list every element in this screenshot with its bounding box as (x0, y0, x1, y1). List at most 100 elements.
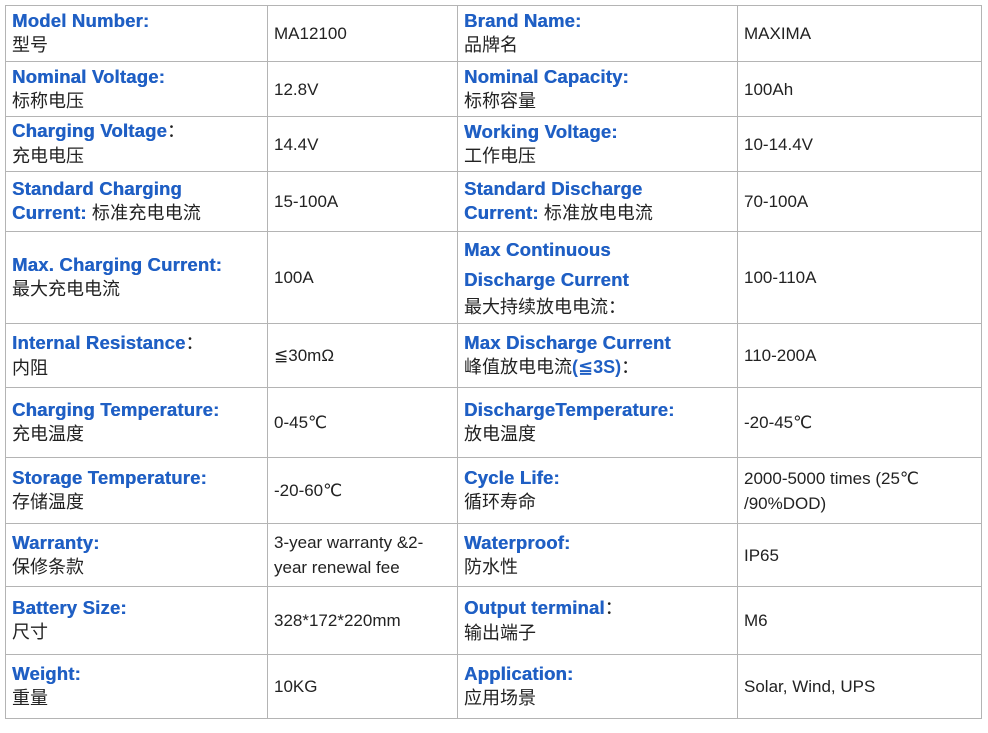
value-cell: 100Ah (737, 61, 982, 117)
label-en: Discharge Current (464, 269, 629, 290)
label-en: Current: 标准充电电流 (12, 202, 202, 223)
table-row: Charging Voltage： 充电电压 14.4V Working Vol… (5, 116, 982, 172)
value-cell: 14.4V (267, 116, 458, 172)
label-cn: 标准充电电流 (91, 203, 202, 223)
value-cell: MAXIMA (737, 5, 982, 62)
label-en: Nominal Voltage: (12, 65, 165, 87)
value-cell: 3-year warranty &2- year renewal fee (267, 523, 458, 587)
label-cell: Battery Size: 尺寸 (5, 586, 268, 655)
label-en: DischargeTemperature: (464, 399, 675, 420)
label-en: Max. Charging Current: (12, 254, 222, 275)
table-row: Battery Size: 尺寸 328*172*220mm Output te… (5, 586, 982, 655)
label-en: Storage Temperature: (12, 467, 207, 488)
label-en: Max Discharge Current (464, 332, 671, 353)
label-cell: Charging Voltage： 充电电压 (5, 116, 268, 172)
label-cn: 存储温度 (12, 492, 84, 512)
label-cn: 标准放电电流 (543, 203, 654, 223)
label-cn: 标称电压 (12, 90, 84, 111)
value-cell: 328*172*220mm (267, 586, 458, 655)
label-en: Brand Name: (464, 10, 582, 31)
table-row: Max. Charging Current: 最大充电电流 100A Max C… (5, 231, 982, 324)
label-en: Weight: (12, 663, 81, 684)
label-en: Battery Size: (12, 597, 127, 618)
value-cell: IP65 (737, 523, 982, 587)
value-cell: 100-110A (737, 231, 982, 324)
value-cell: 12.8V (267, 61, 458, 117)
value-cell: ≦30mΩ (267, 323, 458, 388)
value-cell: -20-60℃ (267, 457, 458, 524)
label-cn: 工作电压 (464, 145, 536, 166)
label-cell: Model Number: 型号 (5, 5, 268, 62)
label-cell: Max. Charging Current: 最大充电电流 (5, 231, 268, 324)
label-cell: Waterproof: 防水性 (457, 523, 738, 587)
label-cn: 最大持续放电电流： (464, 297, 626, 317)
label-en: Nominal Capacity: (464, 65, 629, 87)
value-cell: 0-45℃ (267, 387, 458, 458)
value-cell: MA12100 (267, 5, 458, 62)
label-en: Working Voltage: (464, 120, 618, 142)
label-cn: 保修条款 (12, 556, 84, 577)
value-cell: 70-100A (737, 171, 982, 232)
label-en: Cycle Life: (464, 467, 560, 488)
label-cn: 充电温度 (12, 424, 84, 444)
label-cell: Working Voltage: 工作电压 (457, 116, 738, 172)
label-en: Waterproof: (464, 531, 571, 553)
label-en: Current: 标准放电电流 (464, 202, 654, 223)
table-row: Warranty: 保修条款 3-year warranty &2- year … (5, 523, 982, 587)
value-cell: M6 (737, 586, 982, 655)
label-en: Standard Charging (12, 178, 182, 199)
value-cell: 110-200A (737, 323, 982, 388)
label-en: Charging Temperature: (12, 399, 220, 420)
label-cn: 输出端子 (464, 622, 536, 643)
table-row: Weight: 重量 10KG Application: 应用场景 Solar,… (5, 654, 982, 719)
value-cell: 10KG (267, 654, 458, 719)
label-cell: Standard Discharge Current: 标准放电电流 (457, 171, 738, 232)
label-cell: Max Continuous Discharge Current 最大持续放电电… (457, 231, 738, 324)
label-cell: Application: 应用场景 (457, 654, 738, 719)
label-cn: 应用场景 (464, 688, 536, 708)
label-cell: Standard Charging Current: 标准充电电流 (5, 171, 268, 232)
label-cell: Warranty: 保修条款 (5, 523, 268, 587)
value-cell: 100A (267, 231, 458, 324)
label-cn: 防水性 (464, 556, 518, 577)
label-cn: 标称容量 (464, 90, 536, 111)
value-cell: Solar, Wind, UPS (737, 654, 982, 719)
label-en: Internal Resistance： (12, 331, 204, 353)
label-cn: 尺寸 (12, 622, 48, 642)
label-en: Application: (464, 663, 574, 684)
value-cell: 2000-5000 times (25℃ /90%DOD) (737, 457, 982, 524)
label-cell: Max Discharge Current 峰值放电电流(≦3S)： (457, 323, 738, 388)
label-en: Standard Discharge (464, 178, 643, 199)
label-cell: Storage Temperature: 存储温度 (5, 457, 268, 524)
table-row: Charging Temperature: 充电温度 0-45℃ Dischar… (5, 387, 982, 458)
value-cell: -20-45℃ (737, 387, 982, 458)
label-cn: 充电电压 (12, 146, 84, 166)
label-en: Output terminal： (464, 596, 623, 618)
table-row: Model Number: 型号 MA12100 Brand Name: 品牌名… (5, 5, 982, 62)
spec-table: Model Number: 型号 MA12100 Brand Name: 品牌名… (5, 5, 982, 719)
label-en: Max Continuous (464, 239, 611, 260)
label-en: Warranty: (12, 531, 100, 553)
label-en: Charging Voltage： (12, 120, 186, 141)
label-cn: 峰值放电电流(≦3S)： (464, 357, 640, 377)
label-cell: Nominal Voltage: 标称电压 (5, 61, 268, 117)
table-row: Storage Temperature: 存储温度 -20-60℃ Cycle … (5, 457, 982, 524)
table-row: Standard Charging Current: 标准充电电流 15-100… (5, 171, 982, 232)
label-cn: 最大充电电流 (12, 279, 120, 299)
label-cn: 内阻 (12, 357, 48, 378)
label-cell: Cycle Life: 循环寿命 (457, 457, 738, 524)
label-en: Model Number: (12, 10, 150, 31)
label-cell: Internal Resistance： 内阻 (5, 323, 268, 388)
value-cell: 10-14.4V (737, 116, 982, 172)
value-cell: 15-100A (267, 171, 458, 232)
label-cn: 品牌名 (464, 35, 518, 55)
label-cn: 型号 (12, 35, 48, 55)
label-cell: Nominal Capacity: 标称容量 (457, 61, 738, 117)
table-row: Nominal Voltage: 标称电压 12.8V Nominal Capa… (5, 61, 982, 117)
label-cn: 重量 (12, 688, 48, 708)
label-cn: 循环寿命 (464, 492, 536, 512)
label-cell: Weight: 重量 (5, 654, 268, 719)
label-cell: Charging Temperature: 充电温度 (5, 387, 268, 458)
label-cell: DischargeTemperature: 放电温度 (457, 387, 738, 458)
table-row: Internal Resistance： 内阻 ≦30mΩ Max Discha… (5, 323, 982, 388)
